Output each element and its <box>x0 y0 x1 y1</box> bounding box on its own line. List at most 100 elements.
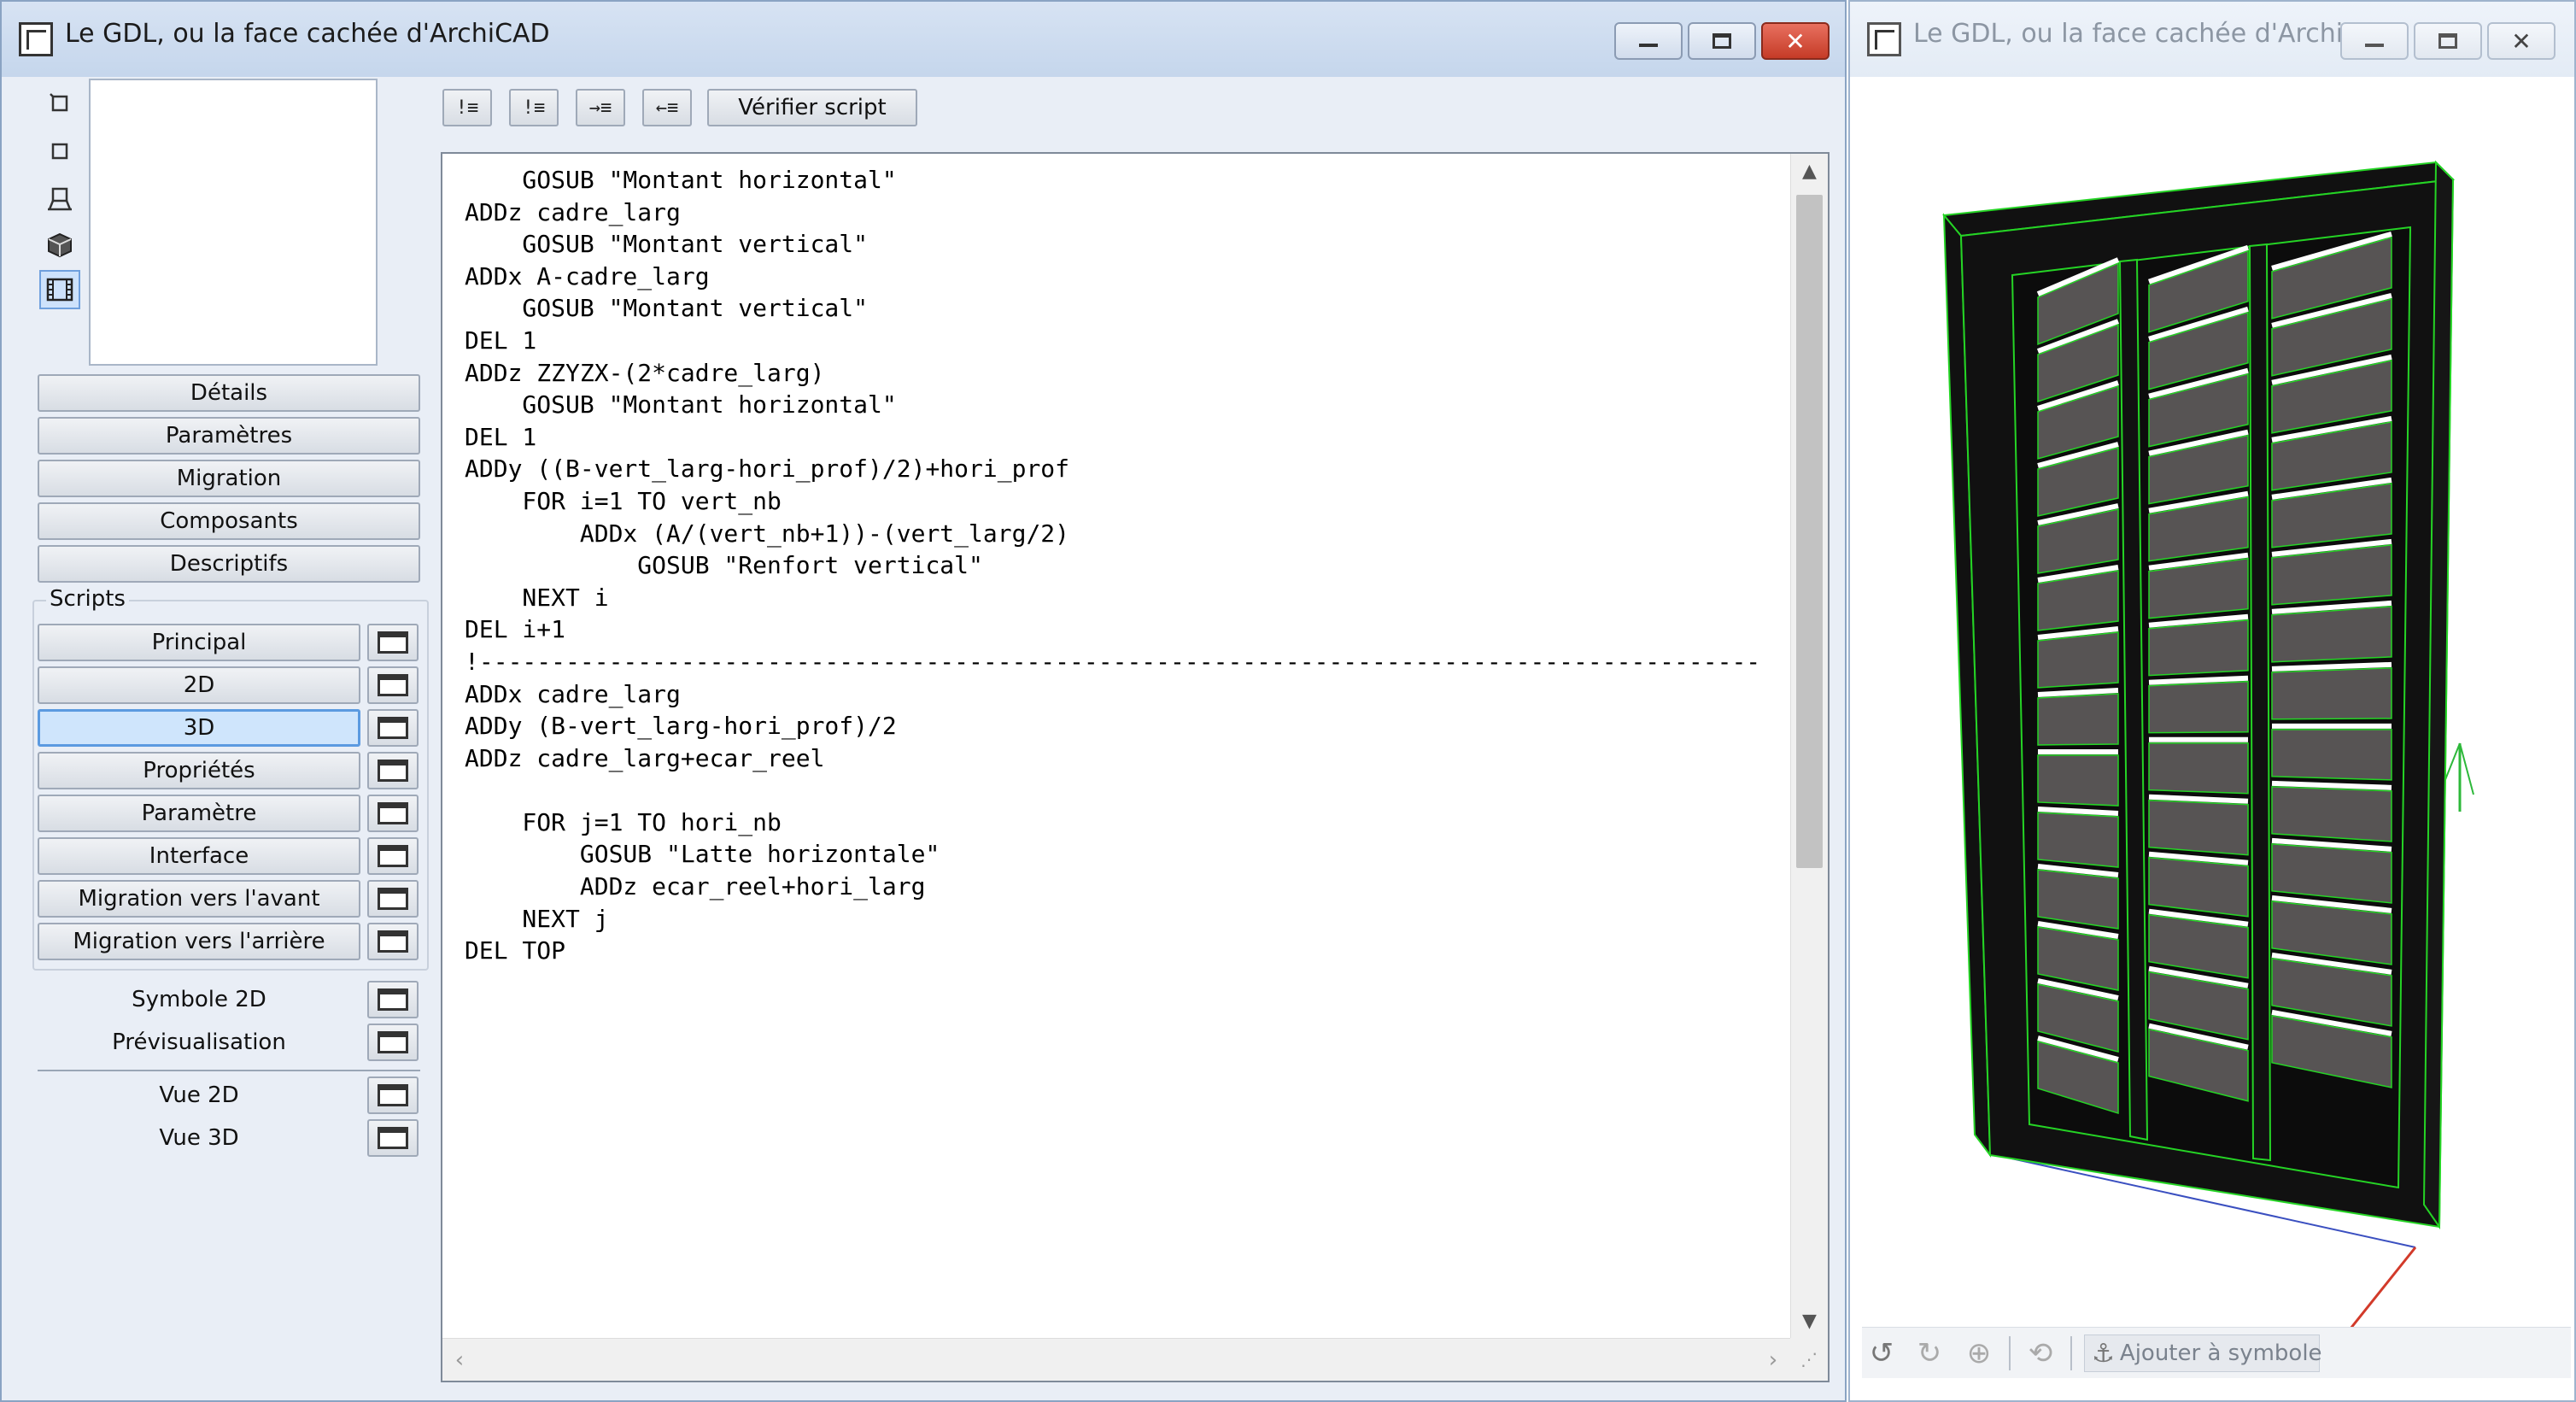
zoom-icon[interactable]: ⊕ <box>1959 1335 1999 1372</box>
descriptors-button[interactable]: Descriptifs <box>38 545 420 583</box>
code-line[interactable]: GOSUB "Montant horizontal" <box>465 164 1777 197</box>
code-text[interactable]: GOSUB "Montant horizontal" ADDz cadre_lar… <box>465 164 1777 967</box>
window-icon <box>378 674 408 696</box>
code-line[interactable]: ADDx cadre_larg <box>465 678 1777 711</box>
migration-button[interactable]: Migration <box>38 460 420 497</box>
code-line[interactable]: DEL 1 <box>465 325 1777 357</box>
indent-icon[interactable]: →≡ <box>576 89 625 126</box>
open-principal-window-button[interactable] <box>367 624 419 661</box>
scroll-right-icon[interactable]: › <box>1756 1339 1790 1381</box>
open-2d-window-button[interactable] <box>367 666 419 704</box>
script-interface-button[interactable]: Interface <box>38 837 360 875</box>
uncomment-icon[interactable]: !≡ <box>509 89 559 126</box>
window-icon <box>378 930 408 953</box>
code-line[interactable]: DEL i+1 <box>465 613 1777 646</box>
components-button[interactable]: Composants <box>38 502 420 540</box>
code-line[interactable]: ADDz cadre_larg <box>465 197 1777 229</box>
script-3d-button[interactable]: 3D <box>38 709 360 747</box>
horizontal-scrollbar[interactable]: ‹ › <box>442 1338 1790 1381</box>
script-principal-button[interactable]: Principal <box>38 624 360 661</box>
open-3d-window-button[interactable] <box>367 709 419 747</box>
open-interface-window-button[interactable] <box>367 837 419 875</box>
cube-icon[interactable] <box>39 226 80 265</box>
view-2d-label[interactable]: Vue 2D <box>38 1076 360 1114</box>
code-line[interactable]: ADDz cadre_larg+ecar_reel <box>465 742 1777 775</box>
window-icon <box>378 717 408 739</box>
open-parameter-window-button[interactable] <box>367 795 419 832</box>
code-line[interactable]: FOR i=1 TO vert_nb <box>465 485 1777 518</box>
script-editor[interactable]: GOSUB "Montant horizontal" ADDz cadre_lar… <box>441 152 1830 1382</box>
code-line[interactable]: NEXT i <box>465 582 1777 614</box>
3d-window-icon <box>1867 22 1901 56</box>
code-line[interactable]: ADDx A-cadre_larg <box>465 261 1777 293</box>
stand-icon[interactable] <box>39 179 80 219</box>
code-line[interactable]: ADDy (B-vert_larg-hori_prof)/2 <box>465 710 1777 742</box>
code-line[interactable]: GOSUB "Montant vertical" <box>465 228 1777 261</box>
outdent-icon[interactable]: ←≡ <box>642 89 692 126</box>
add-to-symbol-button[interactable]: ⚓ Ajouter à symbole <box>2084 1335 2322 1372</box>
square-icon[interactable] <box>39 132 80 171</box>
code-line[interactable]: DEL TOP <box>465 935 1777 967</box>
3d-model-view[interactable] <box>1862 77 2571 1341</box>
code-line[interactable]: ADDx (A/(vert_nb+1))-(vert_larg/2) <box>465 518 1777 550</box>
symbol-2d-label[interactable]: Symbole 2D <box>38 981 360 1018</box>
code-line[interactable]: ADDy ((B-vert_larg-hori_prof)/2)+hori_pr… <box>465 453 1777 485</box>
open-view-2d-window-button[interactable] <box>367 1076 419 1114</box>
undo-rotate-icon[interactable]: ↺ <box>1862 1335 1901 1372</box>
code-line[interactable]: GOSUB "Montant horizontal" <box>465 389 1777 421</box>
script-parameter-button[interactable]: Paramètre <box>38 795 360 832</box>
slat <box>2037 693 2119 746</box>
script-forward-migration-button[interactable]: Migration vers l'avant <box>38 880 360 918</box>
window-icon <box>378 888 408 910</box>
script-properties-button[interactable]: Propriétés <box>38 752 360 789</box>
code-line[interactable]: ADDz ZZYZX-(2*cadre_larg) <box>465 357 1777 390</box>
film-icon[interactable] <box>39 270 80 309</box>
code-line[interactable]: GOSUB "Montant vertical" <box>465 292 1777 325</box>
open-forward-migration-window-button[interactable] <box>367 880 419 918</box>
redo-rotate-icon[interactable]: ↻ <box>1910 1335 1949 1372</box>
pan-icon[interactable]: ⟲ <box>2021 1335 2060 1372</box>
scroll-up-icon[interactable]: ▲ <box>1791 154 1828 188</box>
code-line[interactable]: FOR j=1 TO hori_nb <box>465 807 1777 839</box>
title-bar[interactable]: Le GDL, ou la face cachée d'ArchiCAD ✕ <box>2 2 1845 77</box>
details-button[interactable]: Détails <box>38 374 420 412</box>
comment-icon[interactable]: !≡ <box>442 89 492 126</box>
rotate-icon[interactable] <box>39 84 80 123</box>
preview-label[interactable]: Prévisualisation <box>38 1024 360 1061</box>
scroll-thumb[interactable] <box>1796 195 1823 868</box>
code-line[interactable]: ADDz ecar_reel+hori_larg <box>465 871 1777 903</box>
minimize-button[interactable] <box>2340 22 2409 60</box>
code-line[interactable]: GOSUB "Renfort vertical" <box>465 549 1777 582</box>
slat <box>2271 667 2392 720</box>
code-line[interactable]: GOSUB "Latte horizontale" <box>465 838 1777 871</box>
window-icon <box>378 845 408 867</box>
open-symbol-2d-window-button[interactable] <box>367 981 419 1018</box>
title-bar[interactable]: Le GDL, ou la face cachée d'ArchiC... ✕ <box>1850 2 2574 77</box>
open-preview-window-button[interactable] <box>367 1024 419 1061</box>
close-icon: ✕ <box>1785 26 1806 56</box>
preview-thumbnail <box>89 79 378 366</box>
divider <box>38 1070 420 1071</box>
scroll-left-icon[interactable]: ‹ <box>442 1339 477 1381</box>
open-properties-window-button[interactable] <box>367 752 419 789</box>
close-button[interactable]: ✕ <box>2487 22 2556 60</box>
close-button[interactable]: ✕ <box>1761 22 1830 60</box>
maximize-button[interactable] <box>1688 22 1756 60</box>
maximize-button[interactable] <box>2414 22 2482 60</box>
open-view-3d-window-button[interactable] <box>367 1119 419 1157</box>
code-line[interactable]: NEXT j <box>465 903 1777 936</box>
code-line[interactable] <box>465 774 1777 807</box>
minimize-button[interactable] <box>1614 22 1683 60</box>
open-backward-migration-window-button[interactable] <box>367 923 419 960</box>
resize-grip-icon[interactable]: ⋰ <box>1790 1338 1828 1381</box>
view-3d-label[interactable]: Vue 3D <box>38 1119 360 1157</box>
verify-script-button[interactable]: Vérifier script <box>707 89 917 126</box>
script-backward-migration-button[interactable]: Migration vers l'arrière <box>38 923 360 960</box>
code-line[interactable]: !---------------------------------------… <box>465 646 1777 678</box>
parameters-button[interactable]: Paramètres <box>38 417 420 455</box>
script-2d-button[interactable]: 2D <box>38 666 360 704</box>
vertical-scrollbar[interactable]: ▲ ▼ <box>1790 154 1828 1338</box>
code-line[interactable]: DEL 1 <box>465 421 1777 454</box>
scroll-down-icon[interactable]: ▼ <box>1791 1304 1828 1338</box>
gdl-editor-window: Le GDL, ou la face cachée d'ArchiCAD ✕ D… <box>0 0 1847 1402</box>
